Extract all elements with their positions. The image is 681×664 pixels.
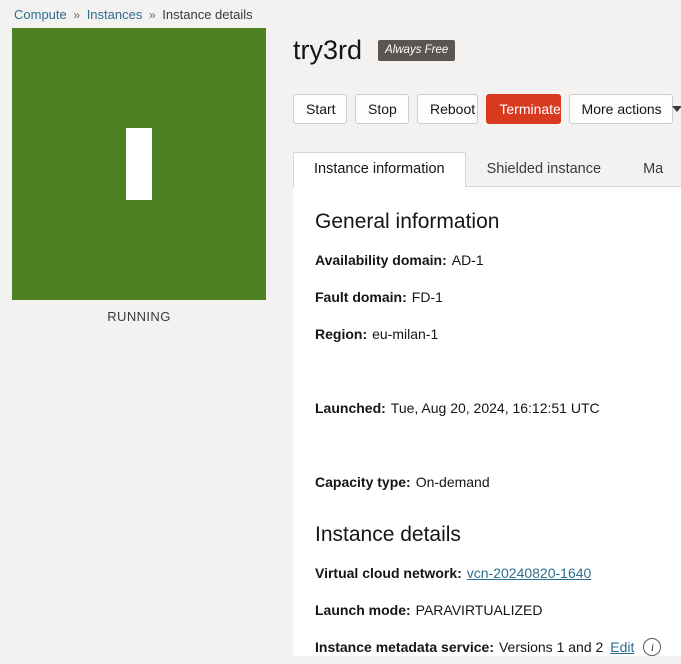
instance-bar-icon	[126, 128, 152, 200]
breadcrumb-item-instance-details: Instance details	[162, 7, 253, 22]
more-actions-label: More actions	[581, 101, 662, 117]
field-instance-metadata-service-value: Versions 1 and 2	[498, 639, 604, 655]
field-availability-domain: Availability domain: AD-1	[315, 251, 681, 269]
tab-metrics[interactable]: Ma	[622, 152, 681, 186]
info-icon[interactable]: i	[643, 638, 662, 656]
more-actions-button[interactable]: More actions	[568, 94, 681, 124]
field-blank-1	[315, 362, 681, 380]
field-launch-mode: Launch mode: PARAVIRTUALIZED	[315, 601, 681, 619]
field-blank-2	[315, 436, 681, 454]
page-title: try3rd	[293, 35, 363, 65]
field-capacity-type-value: On-demand	[415, 474, 490, 490]
instance-information-panel: General information Availability domain:…	[293, 186, 681, 656]
field-instance-metadata-service: Instance metadata service: Versions 1 an…	[315, 638, 681, 656]
field-region-key: Region:	[315, 326, 368, 342]
instance-status-tile	[12, 28, 266, 300]
virtual-cloud-network-link[interactable]: vcn-20240820-1640	[467, 564, 592, 582]
field-launched-value: Tue, Aug 20, 2024, 16:12:51 UTC	[390, 400, 600, 416]
edit-metadata-link[interactable]: Edit	[610, 638, 634, 656]
field-launched: Launched: Tue, Aug 20, 2024, 16:12:51 UT…	[315, 399, 681, 417]
field-capacity-type: Capacity type: On-demand	[315, 473, 681, 491]
field-launch-mode-key: Launch mode:	[315, 602, 411, 618]
breadcrumb-separator-1: »	[73, 8, 81, 22]
breadcrumb-item-instances[interactable]: Instances	[87, 7, 143, 22]
field-launched-key: Launched:	[315, 400, 386, 416]
tab-instance-information[interactable]: Instance information	[293, 152, 466, 187]
field-instance-metadata-service-key: Instance metadata service:	[315, 639, 494, 655]
field-fault-domain-value: FD-1	[411, 289, 443, 305]
field-capacity-type-key: Capacity type:	[315, 474, 411, 490]
start-button[interactable]: Start	[293, 94, 347, 124]
field-region-value: eu-milan-1	[372, 326, 439, 342]
breadcrumb: Compute » Instances » Instance details	[14, 6, 253, 24]
stop-button[interactable]: Stop	[355, 94, 409, 124]
title-row: try3rd Always Free	[290, 28, 681, 72]
general-information-heading: General information	[315, 210, 500, 233]
instance-details-page: Compute » Instances » Instance details R…	[0, 0, 681, 664]
instance-detail-column: try3rd Always Free Start Stop Reboot Ter…	[290, 28, 681, 664]
field-virtual-cloud-network: Virtual cloud network: vcn-20240820-1640	[315, 564, 681, 582]
field-availability-domain-value: AD-1	[451, 252, 484, 268]
always-free-badge: Always Free	[378, 39, 456, 61]
breadcrumb-item-compute[interactable]: Compute	[14, 7, 67, 22]
instance-details-heading: Instance details	[315, 523, 461, 546]
field-availability-domain-key: Availability domain:	[315, 252, 447, 268]
instance-status-panel: RUNNING	[12, 28, 266, 324]
field-region: Region: eu-milan-1	[315, 325, 681, 343]
action-button-bar: Start Stop Reboot Terminate More actions	[290, 94, 681, 124]
terminate-button[interactable]: Terminate	[486, 94, 561, 124]
reboot-button[interactable]: Reboot	[417, 94, 479, 124]
tab-shielded-instance[interactable]: Shielded instance	[466, 152, 622, 186]
chevron-down-icon	[671, 106, 681, 112]
field-virtual-cloud-network-key: Virtual cloud network:	[315, 565, 462, 581]
instance-status-label: RUNNING	[107, 309, 171, 324]
breadcrumb-separator-2: »	[148, 8, 156, 22]
field-fault-domain: Fault domain: FD-1	[315, 288, 681, 306]
field-launch-mode-value: PARAVIRTUALIZED	[415, 602, 543, 618]
field-fault-domain-key: Fault domain:	[315, 289, 407, 305]
tab-bar: Instance information Shielded instance M…	[290, 149, 681, 187]
